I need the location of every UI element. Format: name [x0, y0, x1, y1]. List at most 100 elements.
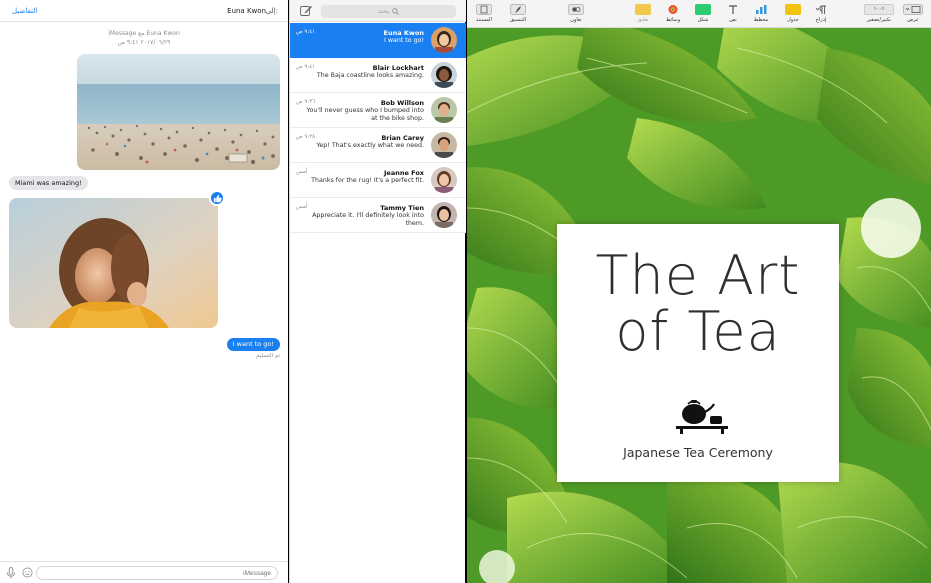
avatar — [431, 62, 457, 88]
conversation-time: ٩:٤١ ص — [296, 29, 316, 35]
chart-label: مخطط — [753, 17, 769, 23]
media-label: وسائط — [665, 17, 681, 23]
sent-message-bubble[interactable]: I want to go! — [226, 338, 280, 351]
conversation-time: أمس — [296, 169, 308, 175]
conversation-name: Blair Lockhart — [372, 64, 424, 72]
text-label: نص — [729, 17, 737, 23]
thread-timestamp: ٢٠١٧/٠٦/٢٩ ٩:٤١ ص — [117, 39, 171, 46]
view-icon — [903, 4, 923, 15]
conversation-name: Euna Kwon — [383, 29, 424, 37]
slide-subtitle[interactable]: Japanese Tea Ceremony — [557, 445, 839, 460]
conversation-item-tammy-tien[interactable]: Tammy Tien أمس Appreciate it. I'll defin… — [290, 198, 466, 233]
conversation-time: ٩:٤١ ص — [296, 64, 316, 70]
conversation-name: Brian Carey — [381, 134, 424, 142]
text-box-icon — [729, 5, 737, 14]
delivered-status: تم التسليم — [256, 353, 280, 359]
thumbs-up-icon — [213, 194, 222, 202]
conversation-preview: Yep! That's exactly what we need. — [316, 142, 424, 149]
document-button[interactable]: المستند — [476, 4, 492, 23]
conversation-list-pane: بحث Euna Kwon ٩:٤١ ص I want to go! Blair… — [289, 0, 466, 583]
view-menu[interactable]: عرض — [903, 4, 923, 23]
add-slide-button[interactable]: إدراج — [813, 4, 829, 23]
media-button[interactable]: وسائط — [665, 4, 681, 23]
view-label: عرض — [907, 17, 919, 23]
conversation-list-toolbar: بحث — [290, 0, 466, 22]
recipient-name[interactable]: Euna Kwon — [227, 7, 266, 15]
conversation-item-brian-carey[interactable]: Brian Carey ٩:٢٨ ص Yep! That's exactly w… — [290, 128, 466, 163]
conversation-preview: Thanks for the rug! It's a perfect fit. — [311, 177, 424, 184]
paintbrush-icon — [510, 4, 527, 15]
conversation-preview: You'll never guess who I bumped into at … — [306, 107, 424, 122]
thread-meta: iMessage مع Euna Kwon ٢٠١٧/٠٦/٢٩ ٩:٤١ ص — [0, 29, 288, 47]
media-icon — [668, 5, 678, 14]
keynote-pane: المستند التنسيق تعاون تعليق وسائط شكل نص… — [467, 0, 931, 583]
chart-button[interactable]: مخطط — [753, 4, 769, 23]
thumbs-up-tapback-icon[interactable] — [209, 190, 225, 206]
chart-icon — [756, 5, 767, 14]
search-placeholder: بحث — [377, 8, 390, 15]
search-icon — [392, 8, 400, 15]
chat-header: التفاصيل Euna Kwon إلى: — [0, 0, 288, 22]
microphone-icon[interactable] — [6, 567, 16, 579]
search-input[interactable]: بحث — [321, 5, 456, 18]
avatar — [431, 27, 457, 53]
collaborate-icon — [568, 4, 584, 15]
emoji-icon[interactable] — [22, 567, 33, 578]
service-line: iMessage مع Euna Kwon — [108, 30, 180, 37]
collaborate-label: تعاون — [570, 17, 582, 23]
conversation-item-euna-kwon[interactable]: Euna Kwon ٩:٤١ ص I want to go! — [290, 23, 466, 58]
slide-canvas[interactable]: The Art of Tea Japanese Tea Ceremony — [467, 28, 931, 583]
avatar — [431, 132, 457, 158]
conversation-time: ٩:٢٨ ص — [296, 134, 316, 140]
portrait-photo-attachment[interactable] — [9, 198, 218, 328]
conversation-item-jeanne-fox[interactable]: Jeanne Fox أمس Thanks for the rug! It's … — [290, 163, 466, 198]
zoom-value: ١٠٠٪ — [864, 4, 894, 15]
comment-label: تعليق — [637, 17, 649, 23]
conversation-time: ٩:٣٦ ص — [296, 99, 316, 105]
shape-icon — [695, 4, 711, 15]
paragraph-icon — [815, 5, 826, 14]
text-button[interactable]: نص — [725, 4, 741, 23]
zoom-label: تكبير/تصغير — [866, 17, 892, 23]
document-icon — [476, 4, 492, 15]
slide-title-line-2: of Tea — [615, 300, 781, 363]
messages-chat-pane: التفاصيل Euna Kwon إلى: iMessage مع Euna… — [0, 0, 288, 583]
details-link[interactable]: التفاصيل — [12, 7, 37, 15]
add-slide-label: إدراج — [815, 17, 827, 23]
table-label: جدول — [787, 17, 799, 23]
avatar — [431, 97, 457, 123]
split-view: التفاصيل Euna Kwon إلى: iMessage مع Euna… — [0, 0, 931, 583]
compose-new-message-icon[interactable] — [299, 5, 313, 17]
keynote-toolbar: المستند التنسيق تعاون تعليق وسائط شكل نص… — [467, 0, 931, 28]
conversation-name: Tammy Tien — [380, 204, 424, 212]
title-text-box[interactable]: The Art of Tea Japanese Tea Ceremony — [557, 224, 839, 482]
conversation-item-bob-willson[interactable]: Bob Willson ٩:٣٦ ص You'll never guess wh… — [290, 93, 466, 128]
document-label: المستند — [476, 17, 492, 23]
comment-button[interactable]: تعليق — [635, 4, 651, 23]
conversation-item-blair-lockhart[interactable]: Blair Lockhart ٩:٤١ ص The Baja coastline… — [290, 58, 466, 93]
zoom-menu[interactable]: ١٠٠٪ تكبير/تصغير — [864, 4, 894, 23]
avatar — [431, 167, 457, 193]
conversation-preview: Appreciate it. I'll definitely look into… — [312, 212, 424, 227]
conversation-name: Bob Willson — [380, 99, 424, 107]
format-label: التنسيق — [510, 17, 527, 23]
avatar — [431, 202, 457, 228]
compose-bar — [0, 561, 288, 583]
table-button[interactable]: جدول — [785, 4, 801, 23]
comment-icon — [635, 4, 651, 15]
conversation-preview: The Baja coastline looks amazing. — [316, 72, 424, 79]
shape-label: شكل — [697, 17, 709, 23]
table-icon — [785, 4, 801, 15]
to-label: إلى: — [265, 7, 278, 15]
shape-button[interactable]: شكل — [695, 4, 711, 23]
message-input[interactable] — [36, 566, 278, 580]
collaborate-button[interactable]: تعاون — [568, 4, 584, 23]
portrait-photo — [9, 198, 218, 328]
conversation-name: Jeanne Fox — [384, 169, 424, 177]
slide-title[interactable]: The Art of Tea — [557, 248, 839, 360]
received-message-bubble[interactable]: Miami was amazing! — [9, 176, 88, 190]
beach-photo — [77, 54, 280, 170]
beach-photo-attachment[interactable] — [77, 54, 280, 170]
format-button[interactable]: التنسيق — [510, 4, 526, 23]
teapot-icon[interactable] — [674, 396, 730, 436]
